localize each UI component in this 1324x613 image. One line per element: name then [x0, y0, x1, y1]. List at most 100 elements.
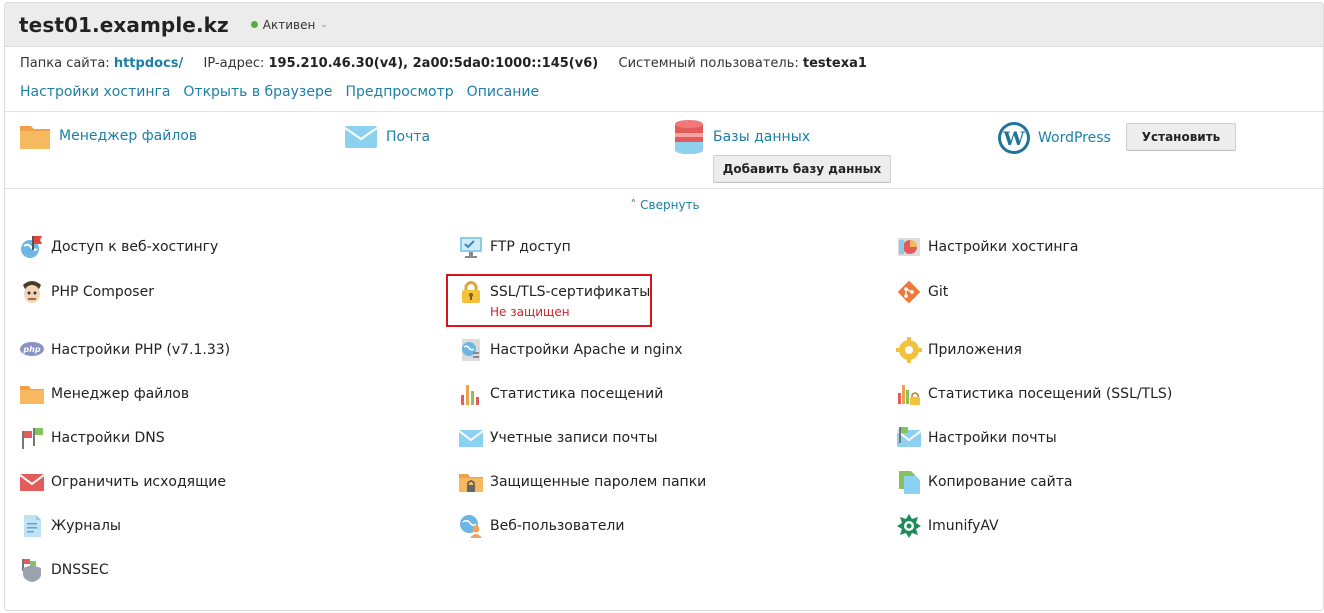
bar-chart-lock-icon [898, 385, 920, 405]
ftp-monitor-icon [460, 237, 482, 258]
globe-flag-icon [21, 236, 42, 258]
folder-icon [20, 386, 44, 404]
collapse-label: Свернуть [640, 198, 700, 212]
tool-label: Защищенные паролем папки [490, 474, 707, 490]
tool-web-users[interactable]: Веб-пользователи [458, 513, 624, 539]
tool-logs[interactable]: Журналы [19, 513, 121, 539]
php-icon: php [20, 342, 44, 356]
gear-icon [896, 337, 922, 363]
bar-chart-icon [461, 385, 479, 405]
tool-label: Доступ к веб-хостингу [51, 239, 219, 255]
tool-label: Статистика посещений [490, 386, 664, 402]
tool-site-copy[interactable]: Копирование сайта [896, 469, 1072, 495]
quick-access-bar: Менеджер файлов Почта Базы данных Добави… [5, 111, 1323, 189]
quick-databases-link[interactable]: Базы данных [713, 129, 810, 145]
server-globe-icon [462, 339, 480, 361]
quick-mail-link[interactable]: Почта [386, 129, 430, 145]
tool-label: Приложения [928, 342, 1022, 358]
site-links: Настройки хостинга Открыть в браузере Пред… [20, 84, 552, 100]
link-hosting-settings[interactable]: Настройки хостинга [20, 84, 170, 100]
tool-ftp-access[interactable]: FTP доступ [458, 234, 571, 260]
folder-icon [20, 126, 50, 149]
wordpress-icon: W [998, 122, 1030, 154]
ssl-status-text: Не защищен [490, 305, 570, 319]
ip-label: IP-адрес: [203, 56, 265, 71]
tool-label: SSL/TLS-сертификаты [490, 284, 651, 300]
locked-folder-icon [459, 474, 483, 492]
tool-label: PHP Composer [51, 284, 154, 300]
tool-ssl-certificates[interactable]: SSL/TLS-сертификаты Не защищен [458, 279, 650, 319]
log-file-icon [24, 515, 41, 537]
collapse-toggle[interactable]: ˄ Свернуть [5, 198, 1323, 212]
link-open-in-browser[interactable]: Открыть в браузере [183, 84, 332, 100]
tool-label: Настройки PHP (v7.1.33) [51, 342, 231, 358]
ip-value: 195.210.46.30(v4), 2a00:5da0:1000::145(v… [268, 56, 599, 71]
tool-label: Настройки Apache и nginx [490, 342, 683, 358]
tool-label: FTP доступ [490, 239, 571, 255]
tool-visit-stats[interactable]: Статистика посещений [458, 381, 663, 407]
quick-file-manager-link[interactable]: Менеджер файлов [59, 128, 197, 144]
tool-label: Учетные записи почты [490, 430, 658, 446]
tool-hosting-settings[interactable]: Настройки хостинга [896, 234, 1078, 260]
tool-mail-settings[interactable]: Настройки почты [896, 425, 1057, 451]
domain-header: test01.example.kz Активен ⌄ [5, 3, 1323, 47]
tool-php-composer[interactable]: PHP Composer [19, 279, 154, 305]
tool-label: Git [928, 284, 949, 300]
sysuser-label: Системный пользователь: [618, 56, 799, 71]
tool-label: DNSSEC [51, 562, 109, 578]
tool-dns-settings[interactable]: Настройки DNS [19, 425, 165, 451]
tool-imunifyav[interactable]: ImunifyAV [896, 513, 999, 539]
chevron-down-icon: ⌄ [320, 19, 328, 30]
tool-label: ImunifyAV [928, 518, 999, 534]
copy-pages-icon [899, 471, 920, 494]
tool-file-manager[interactable]: Менеджер файлов [19, 381, 189, 407]
dns-flags-icon [22, 428, 43, 449]
composer-icon [23, 281, 41, 303]
tool-limit-outgoing[interactable]: Ограничить исходящие [19, 469, 226, 495]
tool-label: Журналы [51, 518, 121, 534]
tool-php-settings[interactable]: php Настройки PHP (v7.1.33) [19, 337, 230, 363]
padlock-icon [462, 281, 480, 303]
tool-mail-accounts[interactable]: Учетные записи почты [458, 425, 658, 451]
tool-label: Настройки DNS [51, 430, 165, 446]
quick-databases[interactable]: Базы данных [675, 120, 810, 154]
quick-file-manager[interactable]: Менеджер файлов [19, 122, 197, 150]
tool-dnssec[interactable]: DNSSEC [19, 557, 109, 583]
database-icon [675, 120, 703, 154]
status-dropdown[interactable]: Активен ⌄ [250, 17, 328, 32]
link-preview[interactable]: Предпросмотр [345, 84, 453, 100]
dnssec-shield-icon [22, 559, 41, 582]
tool-web-access[interactable]: Доступ к веб-хостингу [19, 234, 218, 260]
quick-mail[interactable]: Почта [345, 124, 430, 150]
mail-icon [345, 126, 377, 148]
install-button[interactable]: Установить [1126, 123, 1236, 151]
imunify-icon [897, 514, 921, 538]
link-description[interactable]: Описание [467, 84, 539, 100]
domain-title[interactable]: test01.example.kz [19, 13, 229, 37]
tool-label: Менеджер файлов [51, 386, 190, 402]
git-icon [897, 280, 921, 304]
chevron-up-icon: ˄ [630, 198, 637, 212]
site-info: Папка сайта: httpdocs/ IP-адрес: 195.210… [20, 56, 867, 71]
subscription-panel: test01.example.kz Активен ⌄ Папка сайта:… [4, 2, 1324, 611]
tool-apache-nginx[interactable]: Настройки Apache и nginx [458, 337, 683, 363]
folder-link[interactable]: httpdocs/ [114, 56, 183, 71]
add-database-button[interactable]: Добавить базу данных [713, 155, 891, 183]
envelope-blue-icon [458, 430, 484, 447]
quick-wordpress[interactable]: W WordPress [997, 121, 1111, 155]
tool-label: Веб-пользователи [490, 518, 625, 534]
tool-protected-dirs[interactable]: Защищенные паролем папки [458, 469, 706, 495]
tool-visit-stats-ssl[interactable]: Статистика посещений (SSL/TLS) [896, 381, 1172, 407]
tool-git[interactable]: Git [896, 279, 948, 305]
globe-user-icon [460, 515, 482, 538]
folder-label: Папка сайта: [20, 56, 110, 71]
ssl-label-group: SSL/TLS-сертификаты Не защищен [490, 279, 650, 319]
tool-label: Настройки хостинга [928, 239, 1079, 255]
tool-applications[interactable]: Приложения [896, 337, 1022, 363]
quick-wordpress-link[interactable]: WordPress [1038, 130, 1111, 146]
tool-label: Статистика посещений (SSL/TLS) [928, 386, 1173, 402]
status-label: Активен [262, 17, 316, 32]
tool-label: Настройки почты [928, 430, 1057, 446]
tool-label: Ограничить исходящие [51, 474, 226, 490]
sysuser-value: testexa1 [802, 56, 867, 71]
